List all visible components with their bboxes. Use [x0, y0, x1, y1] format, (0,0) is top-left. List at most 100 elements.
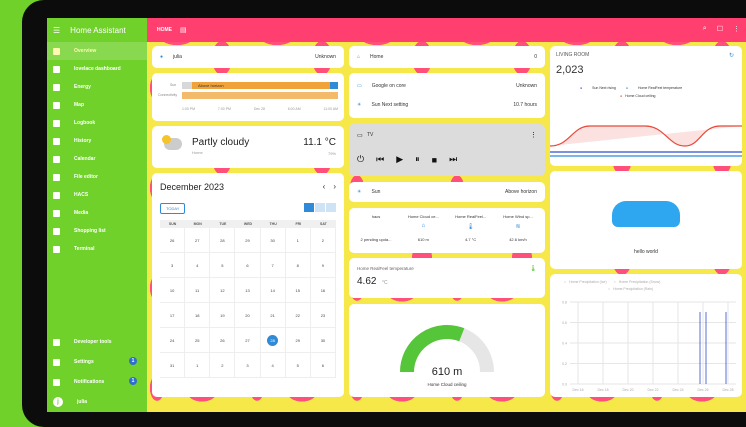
- sidebar-item-label: Terminal: [74, 246, 95, 252]
- calendar-day[interactable]: 19: [210, 303, 236, 328]
- week-view-button[interactable]: [315, 203, 325, 212]
- sidebar-item[interactable]: HACS: [47, 186, 147, 204]
- calendar-day[interactable]: 13: [235, 278, 261, 303]
- calendar-day[interactable]: 28: [260, 328, 286, 353]
- calendar-day[interactable]: 16: [310, 278, 336, 303]
- calendar-day-header: SAT: [310, 220, 336, 228]
- stop-button[interactable]: ■: [432, 155, 437, 165]
- power-button[interactable]: ⏻: [357, 154, 364, 165]
- calendar-day[interactable]: 23: [310, 303, 336, 328]
- calendar-day[interactable]: 8: [285, 253, 311, 278]
- history-card[interactable]: Sun Connectivity Above horizon 1:00 PM 7:…: [152, 73, 344, 121]
- calendar-day[interactable]: 5: [210, 253, 236, 278]
- previous-button[interactable]: ⏮: [376, 154, 384, 165]
- glance-item[interactable]: hacs 2 pending upda...: [353, 214, 399, 242]
- calendar-day[interactable]: 28: [210, 228, 236, 253]
- weather-card[interactable]: Partly cloudy Home 11.1 °C 79%: [152, 126, 344, 168]
- calendar-day[interactable]: 17: [160, 303, 186, 328]
- person-card[interactable]: ● julia Unknown: [152, 46, 344, 68]
- picture-card[interactable]: hello world: [550, 171, 742, 269]
- calendar-day[interactable]: 31: [160, 353, 186, 378]
- day-view-button[interactable]: [326, 203, 336, 212]
- sidebar-item[interactable]: Developer tools: [47, 332, 147, 352]
- calendar-day[interactable]: 26: [160, 228, 186, 253]
- sidebar-item[interactable]: Calendar: [47, 150, 147, 168]
- glance-item[interactable]: Home RealFeel... 🌡 4.7 °C: [448, 214, 494, 242]
- sidebar-item[interactable]: File editor: [47, 168, 147, 186]
- calendar-day[interactable]: 30: [310, 328, 336, 353]
- calendar-day[interactable]: 25: [185, 328, 211, 353]
- calendar-day[interactable]: 26: [210, 328, 236, 353]
- menu-icon[interactable]: ☰: [53, 26, 60, 35]
- sidebar-item[interactable]: j julia: [47, 392, 147, 412]
- sidebar-item[interactable]: Energy: [47, 78, 147, 96]
- sidebar-item[interactable]: Map: [47, 96, 147, 114]
- sidebar-item[interactable]: Logbook: [47, 114, 147, 132]
- next-button[interactable]: ⏭: [449, 154, 457, 165]
- calendar-day[interactable]: 2: [310, 228, 336, 253]
- entity-row[interactable]: ☀ Sun Next setting 10.7 hours: [349, 96, 545, 114]
- calendar-day[interactable]: 12: [210, 278, 236, 303]
- sidebar-item[interactable]: Shopping list: [47, 222, 147, 240]
- history-bar-label: Above horizon: [198, 83, 224, 88]
- sun-label: Sun: [371, 189, 381, 195]
- calendar-day[interactable]: 4: [260, 353, 286, 378]
- calendar-day[interactable]: 18: [185, 303, 211, 328]
- search-icon[interactable]: ⌕: [703, 25, 707, 33]
- calendar-day[interactable]: 2: [210, 353, 236, 378]
- play-button[interactable]: ▶: [396, 154, 403, 165]
- today-button[interactable]: TODAY: [160, 203, 186, 214]
- calendar-day[interactable]: 11: [185, 278, 211, 303]
- sidebar-item[interactable]: History: [47, 132, 147, 150]
- dashboard-icon[interactable]: ▤: [180, 26, 187, 34]
- calendar-day[interactable]: 30: [260, 228, 286, 253]
- sun-card[interactable]: ☀ Sun Above horizon: [349, 182, 545, 202]
- sidebar-item[interactable]: lovelace dashboard: [47, 60, 147, 78]
- calendar-day[interactable]: 20: [235, 303, 261, 328]
- calendar-day[interactable]: 4: [185, 253, 211, 278]
- more-icon[interactable]: ⋮: [733, 25, 740, 33]
- sidebar-item-label: Map: [74, 102, 84, 108]
- month-view-button[interactable]: [304, 203, 314, 212]
- pause-button[interactable]: ⏸: [415, 154, 420, 165]
- sidebar-item[interactable]: Settings 1: [47, 352, 147, 372]
- calendar-day[interactable]: 6: [310, 353, 336, 378]
- prev-month-button[interactable]: ‹: [323, 182, 326, 191]
- home-card[interactable]: ⌂ Home 0: [349, 46, 545, 68]
- sidebar-item-label: Notifications: [74, 379, 105, 385]
- calendar-day[interactable]: 3: [235, 353, 261, 378]
- calendar-day-header: MON: [185, 220, 211, 228]
- calendar-day[interactable]: 9: [310, 253, 336, 278]
- calendar-day[interactable]: 22: [285, 303, 311, 328]
- entity-row[interactable]: ▭ Google on core Unknown: [349, 76, 545, 96]
- next-month-button[interactable]: ›: [333, 182, 336, 191]
- calendar-title: December 2023: [160, 182, 225, 192]
- calendar-day[interactable]: 29: [235, 228, 261, 253]
- sidebar-item[interactable]: Notifications 1: [47, 372, 147, 392]
- sidebar-item[interactable]: Media: [47, 204, 147, 222]
- calendar-day[interactable]: 1: [285, 228, 311, 253]
- glance-item[interactable]: Home Wind sp... ≋ 42.6 km/h: [495, 214, 541, 242]
- glance-item[interactable]: Home Cloud ce... ⌂ 610 m: [400, 214, 446, 242]
- sidebar-item[interactable]: Terminal: [47, 240, 147, 258]
- calendar-day[interactable]: 7: [260, 253, 286, 278]
- calendar-day[interactable]: 21: [260, 303, 286, 328]
- calendar-day[interactable]: 3: [160, 253, 186, 278]
- glance-value: 2 pending upda...: [360, 237, 392, 242]
- calendar-day[interactable]: 10: [160, 278, 186, 303]
- calendar-day[interactable]: 24: [160, 328, 186, 353]
- sidebar-item[interactable]: Overview: [47, 42, 147, 60]
- sensor-card[interactable]: Home RealFeel temperature 🌡 4.62 °C: [349, 258, 545, 298]
- calendar-day[interactable]: 29: [285, 328, 311, 353]
- calendar-day[interactable]: 5: [285, 353, 311, 378]
- calendar-day-number: 14: [270, 287, 275, 293]
- assist-icon[interactable]: ☐: [717, 25, 723, 33]
- calendar-day[interactable]: 14: [260, 278, 286, 303]
- calendar-day[interactable]: 1: [185, 353, 211, 378]
- calendar-day[interactable]: 15: [285, 278, 311, 303]
- media-more-icon[interactable]: ⋮: [530, 131, 537, 139]
- calendar-day[interactable]: 27: [185, 228, 211, 253]
- calendar-day[interactable]: 6: [235, 253, 261, 278]
- calendar-day[interactable]: 27: [235, 328, 261, 353]
- gauge-card[interactable]: 610 m Home Cloud ceiling: [349, 304, 545, 397]
